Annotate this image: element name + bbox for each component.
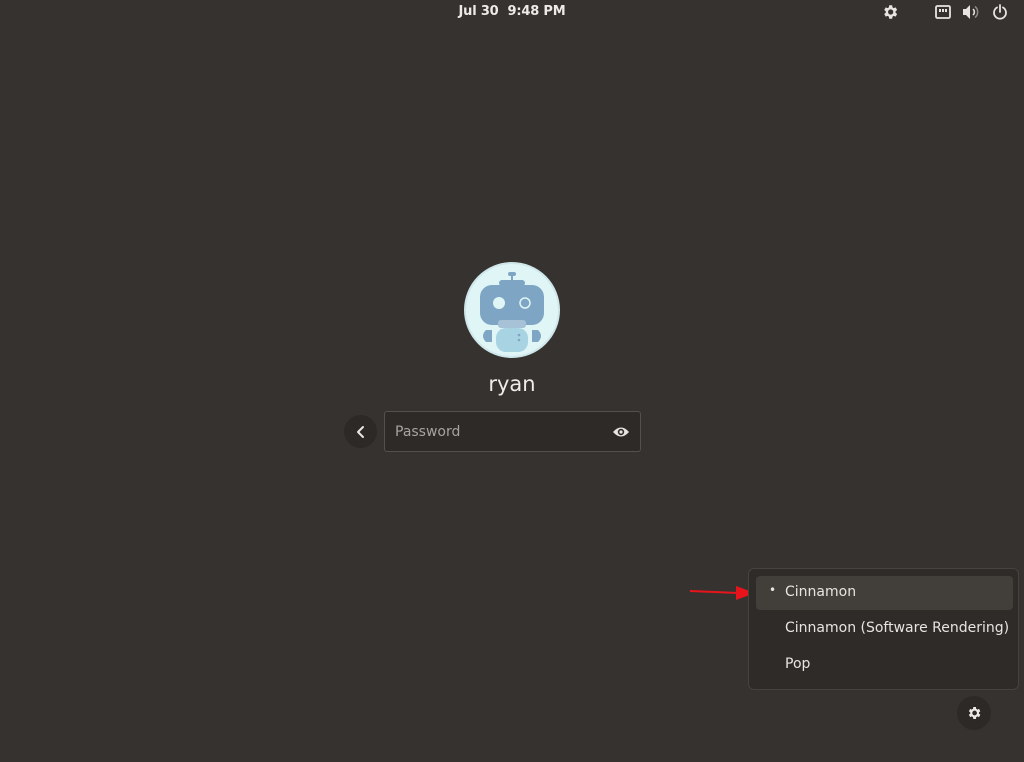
session-settings-button[interactable] [957,696,991,730]
back-button[interactable] [344,415,377,448]
session-item-cinnamon[interactable]: • Cinnamon [756,576,1013,610]
network-wired-icon[interactable] [934,3,952,21]
login-screen: Jul 30 9:48 PM ryan • Cinnamon Cinnamon … [0,0,1024,762]
time-label: 9:48 PM [507,4,566,19]
user-avatar [464,262,560,358]
power-icon[interactable] [991,3,1009,21]
username-label: ryan [488,372,536,396]
session-item-pop[interactable]: Pop [756,648,1013,682]
session-item-cinnamon-software-rendering[interactable]: Cinnamon (Software Rendering) [756,612,1013,646]
password-field-container [384,411,641,452]
clock[interactable]: Jul 30 9:48 PM [0,4,1024,19]
volume-icon[interactable] [962,3,980,21]
show-password-icon[interactable] [612,423,630,441]
date-label: Jul 30 [458,4,499,19]
settings-icon[interactable] [881,3,899,21]
session-menu: • Cinnamon Cinnamon (Software Rendering)… [748,568,1019,690]
selected-bullet: • [769,583,777,597]
top-bar: Jul 30 9:48 PM [0,0,1024,24]
session-item-label: Cinnamon (Software Rendering) [785,620,1010,636]
gear-icon [968,707,981,719]
session-item-label: Pop [785,656,811,672]
chevron-left-icon [356,425,364,438]
robot-avatar-icon [480,272,544,352]
session-item-label: Cinnamon [785,584,857,600]
annotation-arrow [689,586,755,600]
password-input[interactable] [395,412,600,451]
